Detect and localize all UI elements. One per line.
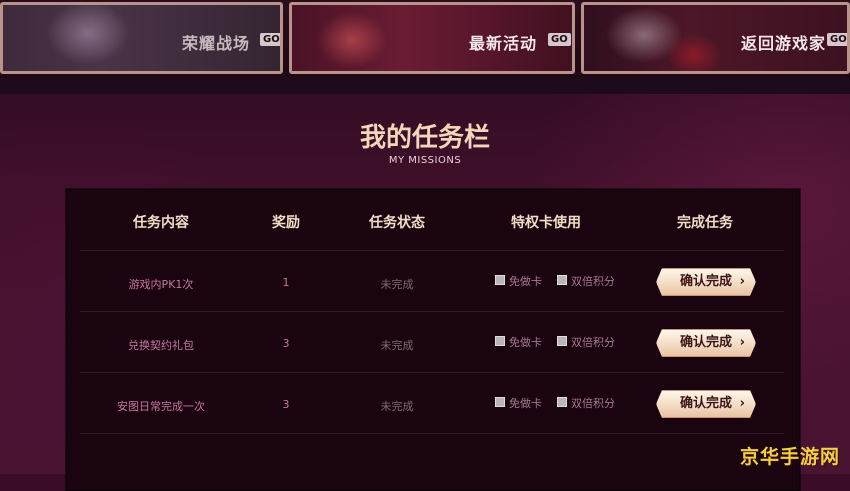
banner-latest-events[interactable]: 最新活动 GO — [289, 2, 575, 74]
row-divider — [80, 433, 784, 434]
go-badge: GO — [548, 33, 571, 46]
confirm-complete-label: 确认完成 — [679, 274, 732, 289]
free-card-label: 免做卡 — [509, 336, 542, 349]
site-watermark: 京华手游网 — [740, 446, 841, 468]
task-name: 游戏内PK1次 — [128, 278, 194, 291]
go-badge: GO — [260, 33, 280, 46]
confirm-complete-label: 确认完成 — [679, 335, 732, 350]
task-name: 安图日常完成一次 — [117, 400, 205, 413]
confirm-complete-button[interactable]: 确认完成 › — [656, 390, 756, 418]
free-card-checkbox[interactable] — [495, 336, 505, 346]
confirm-complete-label: 确认完成 — [679, 396, 732, 411]
column-header-task: 任务内容 — [133, 215, 189, 231]
banner-label: 荣耀战场 — [182, 34, 251, 53]
row-divider — [80, 372, 784, 373]
task-reward: 1 — [282, 276, 290, 289]
chevron-right-icon: › — [739, 396, 745, 411]
confirm-complete-button[interactable]: 确认完成 › — [656, 329, 756, 357]
free-card-checkbox[interactable] — [495, 275, 505, 285]
free-card-label: 免做卡 — [509, 397, 542, 410]
double-points-label: 双倍积分 — [571, 275, 615, 288]
header-divider — [0, 78, 850, 94]
row-divider — [80, 250, 784, 251]
column-header-reward: 奖励 — [272, 215, 300, 231]
column-header-complete: 完成任务 — [677, 215, 733, 231]
column-header-status: 任务状态 — [369, 215, 425, 231]
banner-label: 最新活动 — [469, 34, 538, 53]
chevron-right-icon: › — [739, 335, 745, 350]
task-reward: 3 — [282, 398, 290, 411]
row-divider — [80, 311, 784, 312]
page-title: 我的任务栏 — [359, 123, 490, 153]
task-status: 未完成 — [380, 400, 414, 413]
confirm-complete-button[interactable]: 确认完成 › — [656, 268, 756, 296]
double-points-label: 双倍积分 — [571, 397, 615, 410]
task-name: 兑换契约礼包 — [128, 339, 194, 352]
page-subtitle: MY MISSIONS — [388, 155, 462, 166]
double-points-label: 双倍积分 — [571, 336, 615, 349]
banner-glory-battlefield[interactable]: 荣耀战场 GO — [0, 2, 283, 74]
task-reward: 3 — [282, 337, 290, 350]
task-status: 未完成 — [380, 339, 414, 352]
double-points-checkbox[interactable] — [557, 275, 567, 285]
double-points-checkbox[interactable] — [557, 397, 567, 407]
banner-return-game-home[interactable]: 返回游戏家 GO — [581, 2, 850, 74]
go-badge: GO — [827, 33, 847, 46]
chevron-right-icon: › — [739, 274, 745, 289]
banner-label: 返回游戏家 — [741, 34, 827, 53]
task-status: 未完成 — [380, 278, 414, 291]
double-points-checkbox[interactable] — [557, 336, 567, 346]
free-card-label: 免做卡 — [509, 275, 542, 288]
free-card-checkbox[interactable] — [495, 397, 505, 407]
column-header-privilege-card: 特权卡使用 — [511, 215, 581, 231]
